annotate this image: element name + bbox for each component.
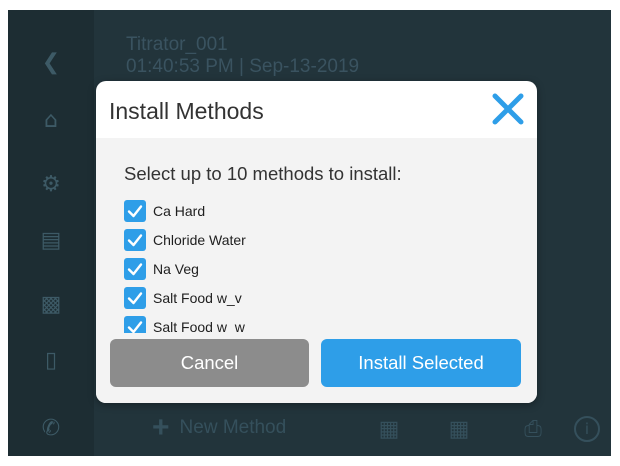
method-name: Na Veg: [153, 260, 199, 277]
method-name: Ca Hard: [153, 202, 206, 219]
method-list[interactable]: Ca Hard Chloride Water Na Veg Salt Food …: [124, 196, 504, 333]
checkbox[interactable]: [124, 228, 146, 251]
method-item[interactable]: Na Veg: [124, 254, 504, 283]
checkmark-icon: [127, 291, 143, 304]
instruction-text: Select up to 10 methods to install:: [124, 163, 402, 184]
method-item[interactable]: Salt Food w_w: [124, 312, 504, 333]
dialog-header: Install Methods: [96, 81, 537, 138]
method-item[interactable]: Ca Hard: [124, 196, 504, 225]
dialog-body: Select up to 10 methods to install: Ca H…: [96, 138, 537, 403]
method-name: Salt Food w_w: [153, 318, 245, 334]
checkbox[interactable]: [124, 199, 146, 222]
cancel-button[interactable]: Cancel: [110, 339, 309, 387]
dialog-title: Install Methods: [109, 98, 264, 124]
install-methods-dialog: Install Methods Select up to 10 methods …: [96, 81, 537, 403]
method-name: Chloride Water: [153, 231, 246, 248]
close-icon: [492, 93, 524, 125]
close-button[interactable]: [490, 91, 526, 127]
method-item[interactable]: Chloride Water: [124, 225, 504, 254]
checkmark-icon: [127, 233, 143, 246]
install-selected-button[interactable]: Install Selected: [321, 339, 521, 387]
method-name: Salt Food w_v: [153, 289, 242, 306]
checkbox[interactable]: [124, 286, 146, 309]
checkmark-icon: [127, 320, 143, 333]
checkmark-icon: [127, 262, 143, 275]
checkbox[interactable]: [124, 257, 146, 280]
method-item[interactable]: Salt Food w_v: [124, 283, 504, 312]
checkbox[interactable]: [124, 315, 146, 333]
checkmark-icon: [127, 204, 143, 217]
modal-overlay: Install Methods Select up to 10 methods …: [0, 0, 620, 466]
